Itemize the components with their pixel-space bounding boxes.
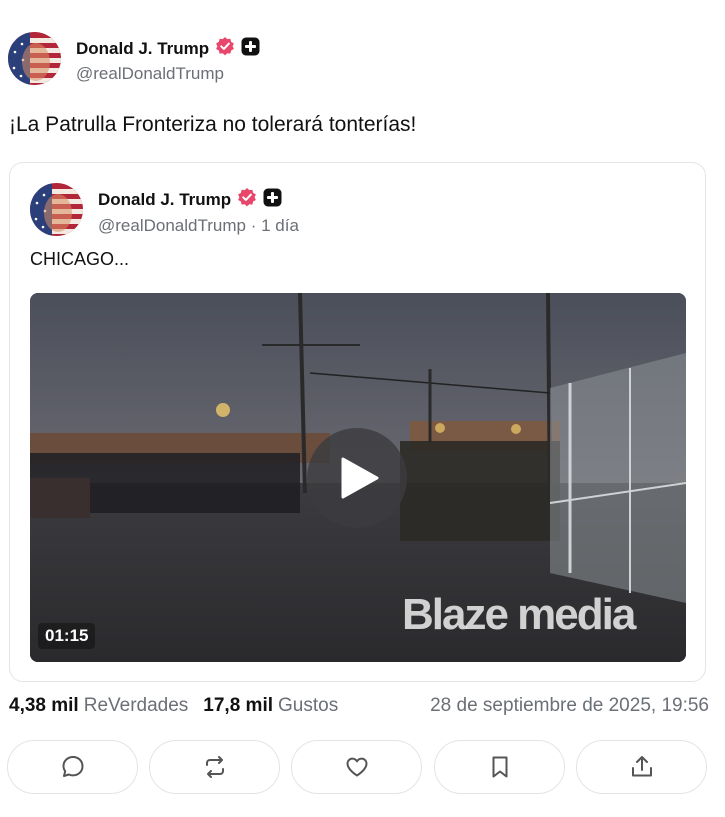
author-avatar[interactable] [8, 32, 61, 85]
share-button[interactable] [576, 740, 707, 794]
likes-stat[interactable]: 17,8 mil Gustos [203, 695, 338, 717]
play-icon [341, 457, 379, 499]
quoted-post-time[interactable]: 1 día [261, 216, 299, 235]
reposts-count: 4,38 mil [9, 695, 79, 716]
likes-count: 17,8 mil [203, 695, 274, 716]
play-button[interactable] [307, 428, 407, 528]
plus-badge-icon [241, 37, 260, 61]
reposts-label: ReVerdades [83, 695, 189, 716]
quoted-author-name[interactable]: Donald J. Trump [98, 190, 231, 210]
meta-separator: · [250, 216, 257, 235]
likes-label: Gustos [278, 695, 339, 716]
like-icon [346, 757, 367, 777]
quoted-author-handle[interactable]: @realDonaldTrump [98, 216, 246, 235]
quoted-post-text: CHICAGO... [30, 249, 130, 269]
quoted-post-card[interactable]: Donald J. Trump @realDonaldTrump · 1 día… [9, 162, 706, 682]
post-stats: 4,38 mil ReVerdades 17,8 mil Gustos 28 de … [9, 695, 709, 717]
reply-icon [62, 756, 83, 777]
author-handle[interactable]: @realDonaldTrump [76, 64, 224, 84]
reposts-stat[interactable]: 4,38 mil ReVerdades [9, 695, 188, 717]
reply-button[interactable] [7, 740, 138, 794]
repost-icon [205, 756, 224, 778]
plus-badge-icon [263, 188, 282, 212]
verified-badge-icon [237, 187, 257, 212]
quoted-author-avatar[interactable] [30, 183, 83, 236]
bookmark-button[interactable] [434, 740, 565, 794]
share-icon [631, 756, 652, 777]
video-player[interactable]: 01:15 Blaze media [30, 293, 686, 662]
like-button[interactable] [291, 740, 422, 794]
post-date[interactable]: 28 de septiembre de 2025, 19:56 [430, 695, 709, 717]
post-text: ¡La Patrulla Fronteriza no tolerará tont… [9, 113, 417, 136]
video-watermark: Blaze media [402, 590, 636, 639]
video-duration: 01:15 [38, 623, 96, 649]
bookmark-icon [492, 756, 507, 778]
verified-badge-icon [215, 36, 235, 61]
author-name[interactable]: Donald J. Trump [76, 39, 209, 59]
repost-button[interactable] [149, 740, 280, 794]
